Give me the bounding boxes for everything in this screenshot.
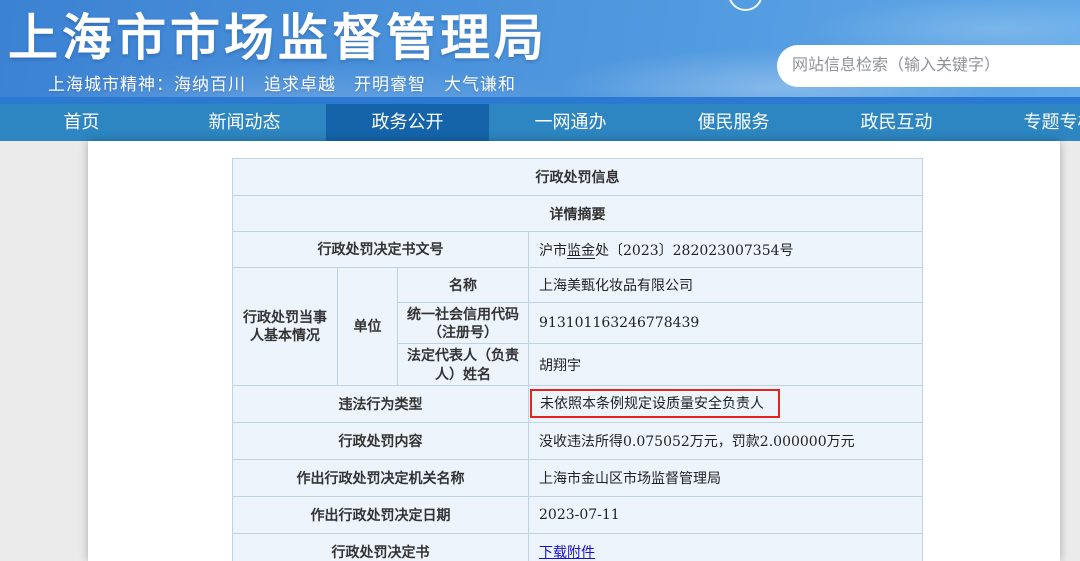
decision-date-label: 作出行政处罚决定日期 xyxy=(233,496,529,533)
authority-label: 作出行政处罚决定机关名称 xyxy=(233,459,529,496)
violation-highlight-box: 未依照本条例规定设质量安全负责人 xyxy=(530,389,780,418)
authority-value: 上海市金山区市场监督管理局 xyxy=(529,459,923,496)
site-header: 上海市市场监督管理局 上海城市精神：海纳百川 追求卓越 开明睿智 大气谦和 xyxy=(0,0,1080,97)
decision-date-value: 2023-07-11 xyxy=(529,496,923,533)
decision-doc-value: 下载附件 xyxy=(529,533,923,561)
table-row: 行政处罚信息 xyxy=(233,159,923,196)
doc-no-label: 行政处罚决定书文号 xyxy=(233,232,529,268)
table-row: 行政处罚决定书 下载附件 xyxy=(233,533,923,561)
table-row: 行政处罚当事人基本情况 单位 名称 上海美甄化妆品有限公司 xyxy=(233,268,923,303)
violation-type-value: 未依照本条例规定设质量安全负责人 xyxy=(529,385,923,422)
table-row: 作出行政处罚决定机关名称 上海市金山区市场监督管理局 xyxy=(233,459,923,496)
penalty-content-value: 没收违法所得0.075052万元，罚款2.000000万元 xyxy=(529,422,923,459)
party-name-value: 上海美甄化妆品有限公司 xyxy=(529,268,923,303)
header-divider-strip xyxy=(0,97,1080,104)
nav-item-gov-affairs-active[interactable]: 政务公开 xyxy=(326,104,489,141)
emblem-ring-icon xyxy=(728,0,763,11)
nav-item-news[interactable]: 新闻动态 xyxy=(163,104,326,141)
content-card: 行政处罚信息 详情摘要 行政处罚决定书文号 沪市监金处〔2023〕2820230… xyxy=(88,141,1060,561)
legal-rep-label: 法定代表人（负责人）姓名 xyxy=(398,344,529,385)
doc-no-pre: 沪市 xyxy=(539,243,567,259)
nav-item-home[interactable]: 首页 xyxy=(0,104,163,141)
doc-no-post: 处〔2023〕282023007354号 xyxy=(595,243,794,259)
nav-item-one-stop-services[interactable]: 一网通办 xyxy=(489,104,652,141)
decision-doc-label: 行政处罚决定书 xyxy=(233,533,529,561)
credit-code-value: 913101163246778439 xyxy=(529,303,923,344)
nav-item-special-topics[interactable]: 专题专栏 xyxy=(978,104,1080,141)
doc-no-underlined: 监金 xyxy=(567,243,595,259)
party-type-label: 单位 xyxy=(338,268,398,386)
site-title: 上海市市场监督管理局 xyxy=(8,0,548,70)
penalty-info-table: 行政处罚信息 详情摘要 行政处罚决定书文号 沪市监金处〔2023〕2820230… xyxy=(232,158,923,561)
table-row: 作出行政处罚决定日期 2023-07-11 xyxy=(233,496,923,533)
nav-item-public-interaction[interactable]: 政民互动 xyxy=(815,104,978,141)
table-row: 行政处罚决定书文号 沪市监金处〔2023〕282023007354号 xyxy=(233,232,923,268)
table-title: 行政处罚信息 xyxy=(233,159,923,196)
legal-rep-value: 胡翔宇 xyxy=(529,344,923,385)
table-row: 详情摘要 xyxy=(233,196,923,232)
penalty-content-label: 行政处罚内容 xyxy=(233,422,529,459)
site-search-input[interactable] xyxy=(777,45,1080,87)
party-group-label: 行政处罚当事人基本情况 xyxy=(233,268,338,386)
doc-no-value: 沪市监金处〔2023〕282023007354号 xyxy=(529,232,923,268)
city-spirit-slogan: 上海城市精神：海纳百川 追求卓越 开明睿智 大气谦和 xyxy=(48,70,516,95)
main-navigation: 首页 新闻动态 政务公开 一网通办 便民服务 政民互动 专题专栏 xyxy=(0,104,1080,141)
party-name-label: 名称 xyxy=(398,268,529,303)
table-row: 违法行为类型 未依照本条例规定设质量安全负责人 xyxy=(233,385,923,422)
download-attachment-link[interactable]: 下载附件 xyxy=(539,545,595,561)
nav-item-convenient-services[interactable]: 便民服务 xyxy=(652,104,815,141)
violation-type-label: 违法行为类型 xyxy=(233,385,529,422)
credit-code-label: 统一社会信用代码（注册号） xyxy=(398,303,529,344)
table-row: 行政处罚内容 没收违法所得0.075052万元，罚款2.000000万元 xyxy=(233,422,923,459)
table-subtitle: 详情摘要 xyxy=(233,196,923,232)
